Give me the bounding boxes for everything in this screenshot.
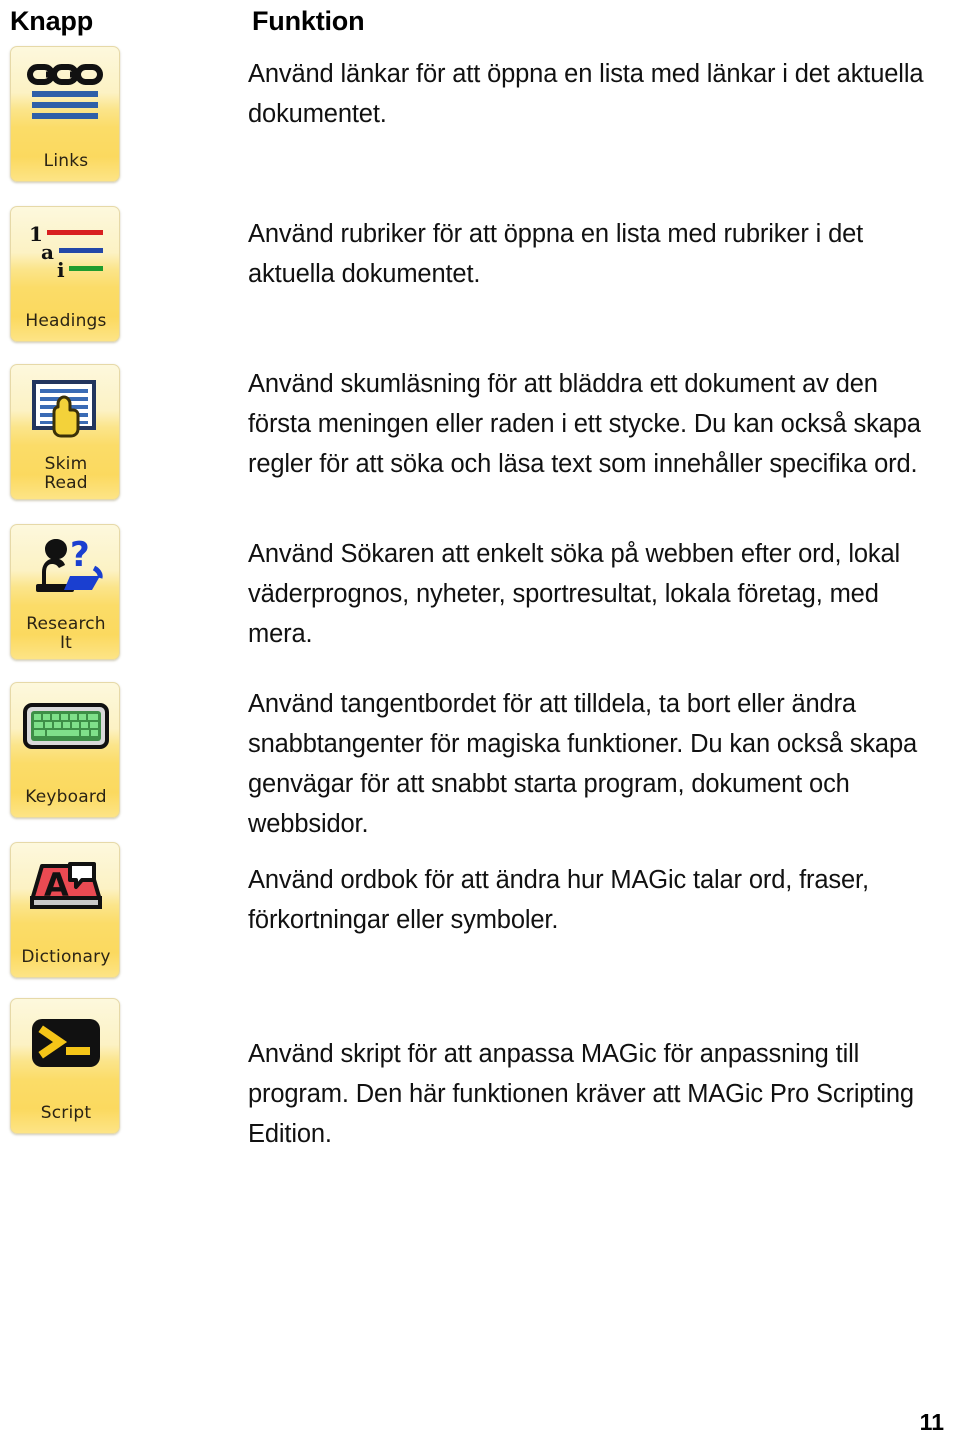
dictionary-icon: A (11, 851, 119, 923)
button-cell: ? Research It (10, 524, 122, 660)
feature-description: Använd skript för att anpassa MAGic för … (248, 1040, 921, 1148)
column-header-button: Knapp (10, 6, 93, 36)
dictionary-button-label: Dictionary (21, 947, 111, 967)
feature-description: Använd Sökaren att enkelt söka på webben… (248, 540, 907, 648)
svg-text:A: A (44, 866, 69, 904)
script-button-label: Script (40, 1103, 92, 1123)
button-cell: A Dictionary (10, 842, 122, 978)
links-button-label: Links (43, 151, 89, 171)
headings-button-label: Headings (25, 311, 107, 331)
keyboard-button[interactable]: Keyboard (10, 682, 120, 818)
page-number: 11 (919, 1409, 944, 1435)
svg-text:?: ? (70, 538, 90, 575)
svg-text:a: a (41, 240, 54, 264)
skim-read-icon (11, 373, 119, 445)
column-header-function: Funktion (252, 6, 365, 36)
skim-read-button-label: Skim Read (44, 454, 88, 493)
skim-read-button[interactable]: Skim Read (10, 364, 120, 500)
feature-description: Använd rubriker för att öppna en lista m… (248, 220, 871, 288)
links-icon (11, 55, 119, 127)
table-header-row: Knapp Funktion (0, 4, 960, 44)
button-cell: 1 a i Headings (10, 206, 122, 342)
script-button[interactable]: Script (10, 998, 120, 1134)
feature-description: Använd ordbok för att ändra hur MAGic ta… (248, 866, 876, 934)
links-button[interactable]: Links (10, 46, 120, 182)
research-it-button-label: Research It (26, 614, 106, 653)
svg-text:i: i (57, 258, 65, 281)
button-cell: Script (10, 998, 122, 1134)
feature-description: Använd skumläsning för att bläddra ett d… (248, 370, 928, 478)
keyboard-icon (11, 691, 119, 763)
research-it-button[interactable]: ? Research It (10, 524, 120, 660)
script-icon (11, 1007, 119, 1079)
headings-icon: 1 a i (11, 215, 119, 287)
keyboard-button-label: Keyboard (25, 787, 107, 807)
button-cell: Keyboard (10, 682, 122, 818)
research-it-icon: ? (11, 533, 119, 605)
button-cell: Skim Read (10, 364, 122, 500)
dictionary-button[interactable]: A Dictionary (10, 842, 120, 978)
headings-button[interactable]: 1 a i Headings (10, 206, 120, 342)
feature-description: Använd länkar för att öppna en lista med… (248, 60, 931, 128)
button-cell: Links (10, 46, 122, 182)
feature-description: Använd tangentbordet för att tilldela, t… (248, 690, 924, 838)
